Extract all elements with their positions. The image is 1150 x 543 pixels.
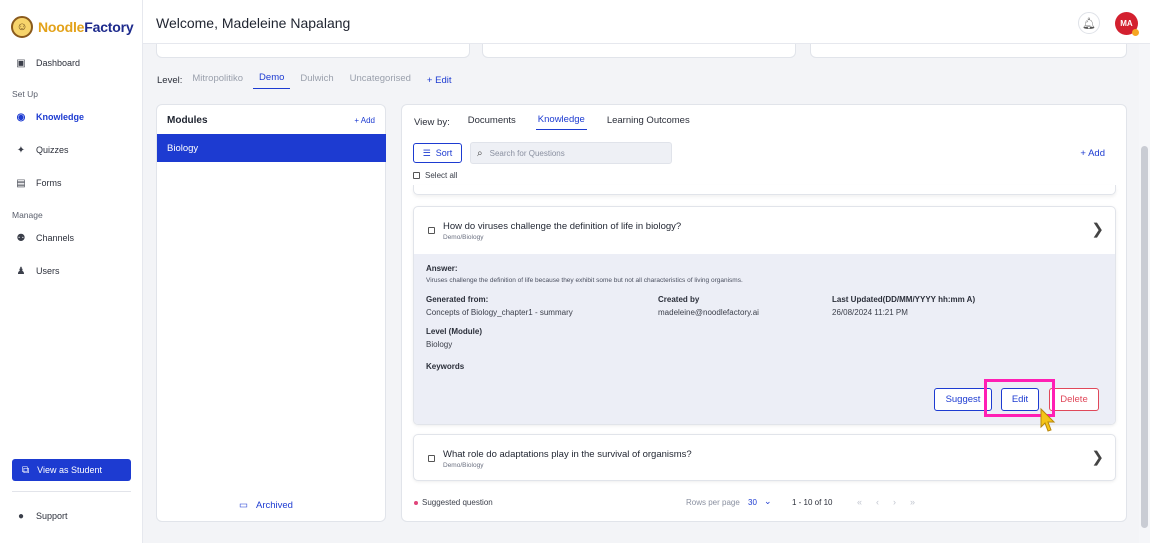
level-tab-uncategorised[interactable]: Uncategorised xyxy=(350,73,411,89)
question-card-header[interactable]: What role do adaptations play in the sur… xyxy=(414,435,1115,480)
sidebar-item-support[interactable]: ● Support xyxy=(16,510,68,522)
lightbulb-icon: ✦ xyxy=(16,144,26,156)
sort-button[interactable]: ☰ Sort xyxy=(413,143,462,163)
level-module-value: Biology xyxy=(426,340,453,349)
level-tab-mitropolitiko[interactable]: Mitropolitiko xyxy=(192,73,243,89)
view-as-student-button[interactable]: ⧉ View as Student xyxy=(12,459,131,481)
level-module-label: Level (Module) xyxy=(426,327,483,336)
add-question-button[interactable]: + Add xyxy=(1080,148,1105,159)
filter-icon: ☰ xyxy=(422,147,431,158)
people-icon: ⚉ xyxy=(16,232,26,244)
level-label: Level: xyxy=(157,75,183,86)
created-by-value: madeleine@noodlefactory.ai xyxy=(658,308,759,317)
modules-title: Modules xyxy=(167,115,208,126)
knowledge-panel: View by: Documents Knowledge Learning Ou… xyxy=(401,104,1127,522)
prev-page-icon[interactable]: ‹ xyxy=(876,497,879,507)
modules-panel: Modules + Add Biology ▭ Archived xyxy=(156,104,386,522)
rows-per-page-select[interactable]: 30 xyxy=(748,498,757,507)
tab-knowledge[interactable]: Knowledge xyxy=(535,114,587,130)
generated-from-label: Generated from: xyxy=(426,295,489,304)
question-checkbox[interactable] xyxy=(428,455,435,462)
level-tab-dulwich[interactable]: Dulwich xyxy=(300,73,333,89)
last-updated-label: Last Updated(DD/MM/YYYY hh:mm A) xyxy=(832,295,976,304)
suggested-legend: Suggested question xyxy=(422,498,493,507)
brand-logo[interactable]: ☺ NoodleFactory xyxy=(11,16,134,38)
chevron-right-icon[interactable]: ❯ xyxy=(1091,220,1104,238)
question-path: Demo/Biology xyxy=(443,462,484,469)
question-checkbox[interactable] xyxy=(428,227,435,234)
search-input[interactable]: ⌕ Search for Questions xyxy=(470,142,672,164)
question-path: Demo/Biology xyxy=(443,234,484,241)
section-setup: Set Up xyxy=(12,89,38,99)
brand-name: NoodleFactory xyxy=(38,19,134,35)
summary-card xyxy=(810,44,1127,58)
created-by-label: Created by xyxy=(658,295,700,304)
table-footer: Suggested question Rows per page 30 ⌄ 1 … xyxy=(413,496,1116,512)
last-page-icon[interactable]: » xyxy=(910,497,915,507)
keywords-label: Keywords xyxy=(426,362,465,371)
dashboard-icon: ▣ xyxy=(16,57,26,69)
question-card: What role do adaptations play in the sur… xyxy=(413,434,1116,481)
checkbox[interactable] xyxy=(413,172,420,179)
suggested-dot-icon xyxy=(414,501,418,505)
top-header: Welcome, Madeleine Napalang 🔔︎ MA xyxy=(143,0,1150,44)
archived-link[interactable]: ▭ Archived xyxy=(239,500,293,511)
globe-icon: ◉ xyxy=(16,111,26,123)
sidebar-item-quizzes[interactable]: ✦ Quizzes xyxy=(16,144,69,156)
question-title: What role do adaptations play in the sur… xyxy=(443,449,692,460)
external-link-icon: ⧉ xyxy=(22,464,30,476)
page-range: 1 - 10 of 10 xyxy=(792,498,833,507)
avatar-status-dot xyxy=(1132,29,1139,36)
view-by-label: View by: xyxy=(414,116,450,128)
rows-per-page-label: Rows per page xyxy=(686,498,740,507)
welcome-title: Welcome, Madeleine Napalang xyxy=(156,15,351,31)
archive-icon: ▭ xyxy=(239,500,248,511)
scrollbar-thumb[interactable] xyxy=(1141,146,1148,528)
chevron-down-icon[interactable]: ⌄ xyxy=(764,496,772,507)
pointer-cursor-icon xyxy=(1040,407,1056,432)
view-by-tabs: View by: Documents Knowledge Learning Ou… xyxy=(414,114,710,130)
noodle-logo-icon: ☺ xyxy=(11,16,33,38)
first-page-icon[interactable]: « xyxy=(857,497,862,507)
search-icon: ⌕ xyxy=(477,147,483,159)
bell-icon[interactable]: 🔔︎ xyxy=(1078,12,1100,34)
question-title: How do viruses challenge the definition … xyxy=(443,221,682,232)
sidebar: ☺ NoodleFactory ▣ Dashboard Set Up ◉ Kno… xyxy=(0,0,143,543)
tab-learning-outcomes[interactable]: Learning Outcomes xyxy=(607,115,690,130)
level-edit-link[interactable]: + Edit xyxy=(427,75,452,86)
level-filter: Level: Mitropolitiko Demo Dulwich Uncate… xyxy=(157,72,451,89)
level-tab-demo[interactable]: Demo xyxy=(253,72,291,89)
document-icon: ▤ xyxy=(16,177,26,189)
sidebar-item-dashboard[interactable]: ▣ Dashboard xyxy=(16,57,80,69)
generated-from-value: Concepts of Biology_chapter1 - summary xyxy=(426,308,573,317)
question-card-header[interactable]: How do viruses challenge the definition … xyxy=(414,207,1115,254)
tab-documents[interactable]: Documents xyxy=(468,115,516,130)
sidebar-item-knowledge[interactable]: ◉ Knowledge xyxy=(16,111,84,123)
module-item-biology[interactable]: Biology xyxy=(157,134,386,162)
pagination: « ‹ › » xyxy=(857,497,915,507)
question-card-partial xyxy=(413,185,1116,195)
add-module-button[interactable]: + Add xyxy=(354,116,375,125)
next-page-icon[interactable]: › xyxy=(893,497,896,507)
last-updated-value: 26/08/2024 11:21 PM xyxy=(832,308,908,317)
answer-label: Answer: xyxy=(426,264,458,273)
user-icon: ♟ xyxy=(16,265,26,277)
sidebar-item-users[interactable]: ♟ Users xyxy=(16,265,60,277)
summary-card xyxy=(482,44,796,58)
summary-card xyxy=(156,44,470,58)
select-all-checkbox[interactable]: Select all xyxy=(413,171,457,180)
chevron-right-icon[interactable]: ❯ xyxy=(1091,448,1104,466)
answer-text: Viruses challenge the definition of life… xyxy=(426,277,743,284)
sidebar-item-forms[interactable]: ▤ Forms xyxy=(16,177,61,189)
section-manage: Manage xyxy=(12,210,43,220)
help-icon: ● xyxy=(17,510,25,522)
sidebar-item-channels[interactable]: ⚉ Channels xyxy=(16,232,75,244)
sidebar-divider xyxy=(12,491,131,492)
